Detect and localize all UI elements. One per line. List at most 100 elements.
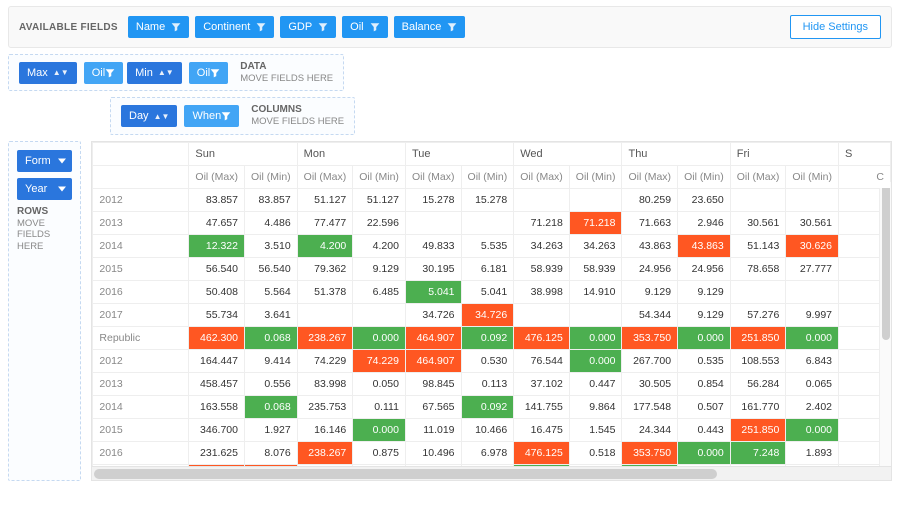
row-label[interactable]: 2015 [93, 257, 189, 280]
row-label[interactable]: 2012 [93, 349, 189, 372]
data-cell[interactable]: 76.544 [514, 349, 570, 372]
data-cell[interactable]: 4.486 [245, 211, 298, 234]
data-cell[interactable]: 34.263 [514, 234, 570, 257]
data-cell[interactable]: 23.650 [678, 188, 731, 211]
data-cell[interactable]: 1.893 [786, 441, 839, 464]
data-cell[interactable]: 464.907 [405, 326, 461, 349]
data-cell[interactable]: 43.863 [678, 234, 731, 257]
data-cell[interactable]: 0.000 [786, 418, 839, 441]
data-cell[interactable] [297, 303, 353, 326]
data-cell[interactable]: 6.181 [461, 257, 514, 280]
data-cell[interactable]: 9.414 [245, 349, 298, 372]
data-cell[interactable]: 56.540 [189, 257, 245, 280]
data-cell[interactable] [569, 188, 622, 211]
row-label[interactable]: 2015 [93, 418, 189, 441]
data-cell[interactable]: 0.050 [353, 372, 406, 395]
data-cell[interactable]: 0.000 [678, 326, 731, 349]
data-cell[interactable]: 16.146 [297, 418, 353, 441]
data-cell[interactable] [405, 211, 461, 234]
data-cell[interactable]: 6.843 [786, 349, 839, 372]
agg-chip-day[interactable]: Day▲▼ [121, 105, 177, 127]
data-cell[interactable]: 58.939 [569, 257, 622, 280]
data-cell[interactable]: 24.956 [622, 257, 678, 280]
subcol-header[interactable]: Oil (Min) [461, 165, 514, 188]
data-cell[interactable]: 6.978 [461, 441, 514, 464]
field-chip-balance[interactable]: Balance [394, 16, 466, 38]
columns-dropzone[interactable]: Day▲▼ When COLUMNS MOVE FIELDS HERE [110, 97, 355, 134]
data-cell[interactable]: 30.561 [730, 211, 786, 234]
data-cell[interactable]: 9.129 [678, 303, 731, 326]
data-cell[interactable]: 0.443 [678, 418, 731, 441]
data-cell[interactable]: 43.863 [622, 234, 678, 257]
data-cell[interactable]: 83.857 [189, 188, 245, 211]
data-cell[interactable]: 9.129 [353, 257, 406, 280]
field-chip-when[interactable]: When [184, 105, 239, 127]
data-cell[interactable]: 9.864 [569, 395, 622, 418]
data-cell[interactable]: 9.129 [678, 280, 731, 303]
data-cell[interactable]: 238.267 [297, 441, 353, 464]
data-cell[interactable]: 238.267 [297, 326, 353, 349]
data-cell[interactable]: 71.218 [569, 211, 622, 234]
data-cell[interactable]: 0.068 [245, 395, 298, 418]
row-label[interactable]: 2016 [93, 441, 189, 464]
data-cell[interactable]: 0.854 [678, 372, 731, 395]
data-cell[interactable] [461, 211, 514, 234]
subcol-header[interactable]: Oil (Min) [786, 165, 839, 188]
data-cell[interactable]: 24.344 [622, 418, 678, 441]
data-cell[interactable]: 353.750 [622, 326, 678, 349]
data-cell[interactable]: 7.248 [730, 441, 786, 464]
data-cell[interactable]: 2.402 [786, 395, 839, 418]
data-cell[interactable]: 251.850 [730, 326, 786, 349]
data-cell[interactable]: 38.998 [514, 280, 570, 303]
data-cell[interactable]: 267.700 [622, 349, 678, 372]
subcol-header[interactable]: Oil (Max) [730, 165, 786, 188]
data-cell[interactable]: 4.200 [297, 234, 353, 257]
data-cell[interactable]: 30.195 [405, 257, 461, 280]
data-cell[interactable]: 98.845 [405, 372, 461, 395]
data-cell[interactable]: 12.322 [189, 234, 245, 257]
horizontal-scrollbar[interactable] [92, 466, 891, 480]
data-cell[interactable]: 34.726 [405, 303, 461, 326]
data-cell[interactable]: 10.496 [405, 441, 461, 464]
subcol-header[interactable]: Oil (Min) [353, 165, 406, 188]
data-cell[interactable]: 458.457 [189, 372, 245, 395]
data-cell[interactable]: 353.750 [622, 441, 678, 464]
data-cell[interactable]: 0.530 [461, 349, 514, 372]
data-cell[interactable]: 74.229 [297, 349, 353, 372]
data-cell[interactable]: 0.000 [678, 441, 731, 464]
field-chip-oil[interactable]: Oil [84, 62, 123, 84]
field-chip-continent[interactable]: Continent [195, 16, 274, 38]
row-label[interactable]: 2013 [93, 211, 189, 234]
field-chip-oil[interactable]: Oil [189, 62, 228, 84]
data-cell[interactable]: 79.362 [297, 257, 353, 280]
row-label[interactable]: 2016 [93, 280, 189, 303]
row-chip-year[interactable]: Year [17, 178, 72, 200]
day-header[interactable]: Tue [405, 142, 513, 165]
data-cell[interactable]: 476.125 [514, 326, 570, 349]
subcol-header[interactable]: Oil (Max) [405, 165, 461, 188]
field-chip-gdp[interactable]: GDP [280, 16, 336, 38]
data-cell[interactable]: 0.556 [245, 372, 298, 395]
subcol-header[interactable]: Oil (Min) [678, 165, 731, 188]
data-cell[interactable]: 56.284 [730, 372, 786, 395]
data-cell[interactable]: 0.507 [678, 395, 731, 418]
field-chip-oil[interactable]: Oil [342, 16, 387, 38]
data-cell[interactable]: 30.505 [622, 372, 678, 395]
data-cell[interactable]: 30.561 [786, 211, 839, 234]
data-cell[interactable]: 0.068 [245, 326, 298, 349]
data-cell[interactable]: 71.663 [622, 211, 678, 234]
data-cell[interactable]: 15.278 [461, 188, 514, 211]
field-chip-name[interactable]: Name [128, 16, 189, 38]
row-label[interactable]: 2013 [93, 372, 189, 395]
data-cell[interactable]: 15.278 [405, 188, 461, 211]
data-cell[interactable]: 51.378 [297, 280, 353, 303]
data-cell[interactable]: 0.065 [786, 372, 839, 395]
day-header[interactable]: Sun [189, 142, 297, 165]
data-cell[interactable]: 1.927 [245, 418, 298, 441]
data-cell[interactable]: 49.833 [405, 234, 461, 257]
row-label[interactable]: 2014 [93, 234, 189, 257]
hide-settings-button[interactable]: Hide Settings [790, 15, 881, 39]
data-cell[interactable]: 9.997 [786, 303, 839, 326]
data-cell[interactable]: 464.907 [405, 349, 461, 372]
data-cell[interactable]: 55.734 [189, 303, 245, 326]
